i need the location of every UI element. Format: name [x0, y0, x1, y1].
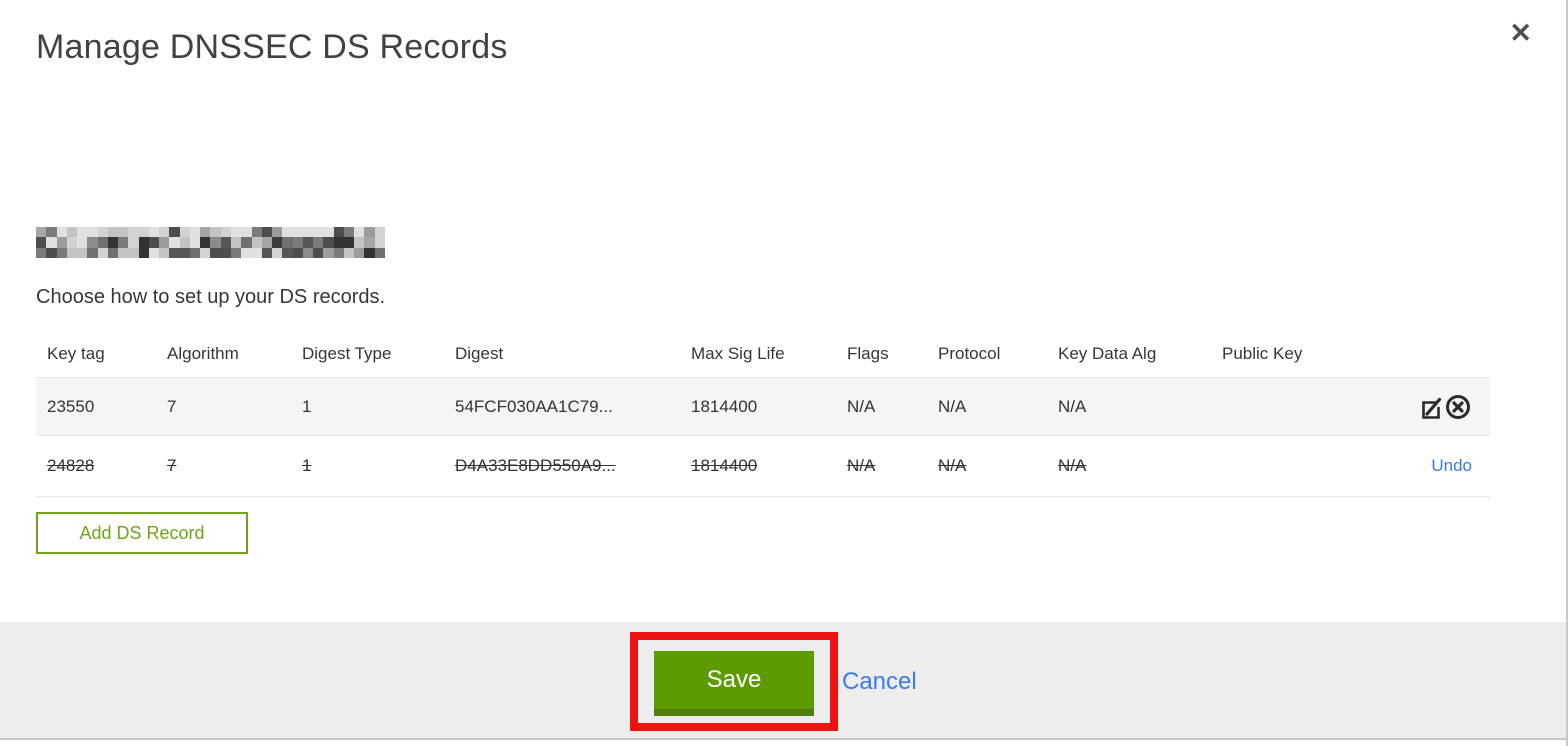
cell-key-tag: 24828 — [47, 456, 95, 475]
add-ds-record-button[interactable]: Add DS Record — [36, 512, 248, 554]
redacted-domain — [36, 227, 385, 258]
column-header-digest: Digest — [455, 343, 504, 363]
cell-key-data-alg: N/A — [1058, 456, 1087, 475]
cell-digest: D4A33E8DD550A9... — [455, 456, 616, 475]
cell-protocol: N/A — [938, 396, 967, 416]
close-icon[interactable]: ✕ — [1509, 20, 1532, 47]
cell-key-tag: 23550 — [47, 396, 95, 416]
cell-max-sig-life: 1814400 — [691, 396, 758, 416]
column-header-max-sig-life: Max Sig Life — [691, 343, 785, 363]
column-header-algorithm: Algorithm — [167, 343, 239, 363]
table-row-deleted: 24828 7 1 D4A33E8DD550A9... 1814400 N/A … — [36, 435, 1490, 497]
cell-flags: N/A — [847, 456, 876, 475]
cell-digest-type: 1 — [302, 396, 312, 416]
table-row: 23550 7 1 54FCF030AA1C79... 1814400 N/A … — [36, 377, 1490, 435]
delete-record-button[interactable] — [1444, 393, 1472, 421]
cancel-link[interactable]: Cancel — [842, 668, 917, 696]
column-header-flags: Flags — [847, 343, 889, 363]
undo-link[interactable]: Undo — [1431, 456, 1472, 476]
table-header-row: Key tag Algorithm Digest Type Digest Max… — [36, 330, 1490, 377]
manage-dnssec-ds-records-dialog: Manage DNSSEC DS Records ✕ Choose how to… — [0, 0, 1568, 746]
column-header-protocol: Protocol — [938, 343, 1001, 363]
row-actions — [1387, 393, 1479, 421]
column-header-key-data-alg: Key Data Alg — [1058, 343, 1157, 363]
cell-algorithm: 7 — [167, 456, 177, 475]
column-header-digest-type: Digest Type — [302, 343, 392, 363]
save-button[interactable]: Save — [654, 651, 814, 716]
cell-max-sig-life: 1814400 — [691, 456, 758, 475]
page-title: Manage DNSSEC DS Records — [36, 28, 508, 66]
column-header-key-tag: Key tag — [47, 343, 105, 363]
subtitle-text: Choose how to set up your DS records. — [36, 286, 386, 308]
cell-flags: N/A — [847, 396, 876, 416]
cell-protocol: N/A — [938, 456, 967, 475]
ds-records-table: Key tag Algorithm Digest Type Digest Max… — [36, 330, 1490, 497]
delete-icon — [1444, 393, 1472, 421]
cell-digest-type: 1 — [302, 456, 312, 475]
cell-digest: 54FCF030AA1C79... — [455, 396, 613, 416]
row-actions: Undo — [1387, 456, 1479, 476]
edit-record-button[interactable] — [1417, 394, 1443, 420]
edit-icon — [1417, 394, 1443, 420]
cell-algorithm: 7 — [167, 396, 177, 416]
cell-key-data-alg: N/A — [1058, 396, 1087, 416]
column-header-public-key: Public Key — [1222, 343, 1303, 363]
